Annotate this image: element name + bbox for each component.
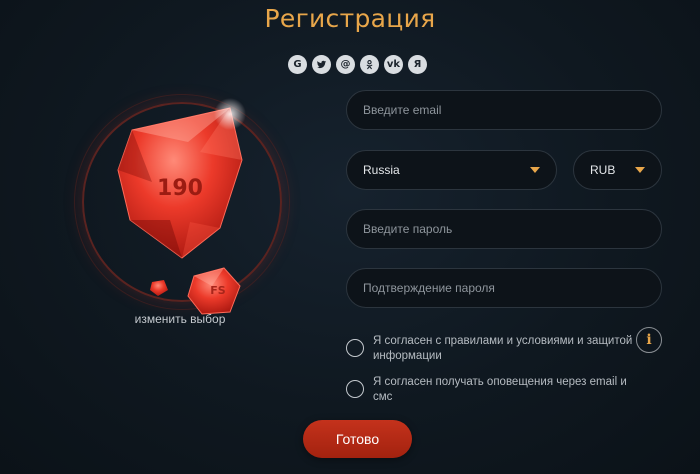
tiny-gem [150,280,168,296]
currency-value: RUB [590,163,616,177]
password-input[interactable] [363,222,645,236]
page-title: Регистрация [264,4,436,33]
change-choice-link[interactable]: изменить выбор [130,312,230,326]
password-confirm-field[interactable] [346,268,662,308]
email-input[interactable] [363,103,645,117]
submit-button[interactable]: Готово [303,420,412,458]
social-login-row: G @ vk Я [288,55,427,74]
bonus-gem-panel: 190 FS [70,90,300,330]
notifications-checkbox[interactable] [346,380,364,398]
free-spins-label: FS [210,284,226,297]
currency-select[interactable]: RUB [573,150,662,190]
vk-icon[interactable]: vk [384,55,403,74]
country-select[interactable]: Russia [346,150,557,190]
google-icon[interactable]: G [288,55,307,74]
info-icon[interactable]: i [636,327,662,353]
mail-icon[interactable]: @ [336,55,355,74]
password-confirm-input[interactable] [363,281,645,295]
odnoklassniki-icon[interactable] [360,55,379,74]
password-field[interactable] [346,209,662,249]
gem-sparkle [214,98,246,130]
yandex-icon[interactable]: Я [408,55,427,74]
country-value: Russia [363,163,400,177]
chevron-down-icon [635,167,645,173]
notifications-label: Я согласен получать оповещения через ema… [373,376,627,403]
twitter-icon[interactable] [312,55,331,74]
email-field[interactable] [346,90,662,130]
gem-illustration [117,98,246,315]
terms-label: Я согласен с правилами и условиями и защ… [373,335,633,362]
terms-consent-row: Я согласен с правилами и условиями и защ… [346,334,643,364]
chevron-down-icon [530,167,540,173]
terms-checkbox[interactable] [346,339,364,357]
gem-bonus-value: 190 [157,176,203,201]
notifications-consent-row: Я согласен получать оповещения через ema… [346,375,643,405]
